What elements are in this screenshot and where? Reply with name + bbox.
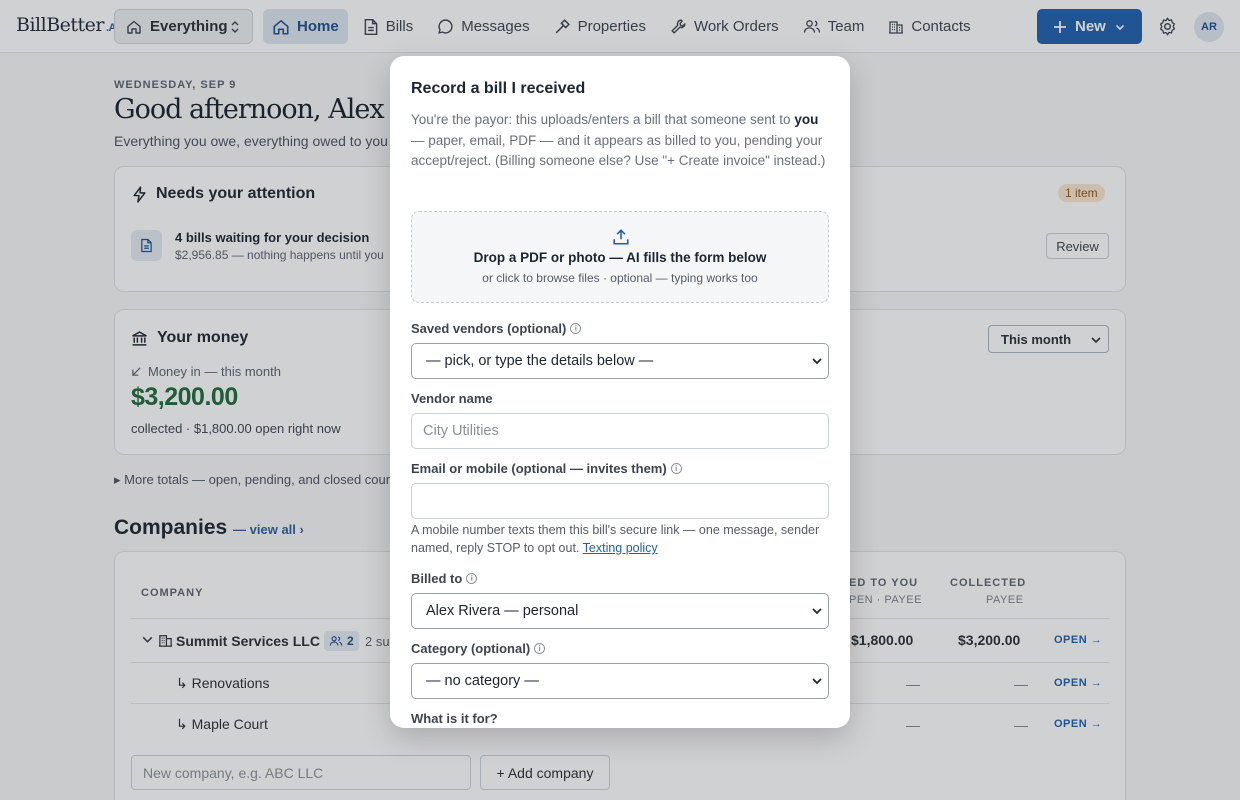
contact-hint: A mobile number texts them this bill's s…: [411, 523, 820, 555]
upload-icon: [612, 228, 630, 246]
category-select[interactable]: — no category —: [411, 663, 829, 699]
record-bill-modal: Record a bill I received You're the payo…: [390, 56, 850, 728]
modal-title: Record a bill I received: [411, 80, 586, 97]
billed-to-select[interactable]: Alex Rivera — personal: [411, 593, 829, 629]
info-icon[interactable]: i: [570, 323, 582, 334]
chevron-down-icon: [811, 356, 823, 366]
modal-description: You're the payor: this uploads/enters a …: [411, 112, 826, 168]
billed-to-label: Billed to i: [411, 571, 478, 586]
dropzone-title: Drop a PDF or photo — AI fills the form …: [473, 250, 767, 265]
contact-input[interactable]: [411, 483, 829, 519]
dropzone-subtitle: or click to browse files · optional — ty…: [482, 271, 758, 285]
info-icon[interactable]: i: [670, 463, 682, 474]
file-dropzone[interactable]: Drop a PDF or photo — AI fills the form …: [411, 211, 829, 303]
contact-label: Email or mobile (optional — invites them…: [411, 461, 682, 476]
saved-vendors-label: Saved vendors (optional) i: [411, 321, 582, 336]
saved-vendors-select[interactable]: — pick, or type the details below —: [411, 343, 829, 379]
texting-policy-link[interactable]: Texting policy: [583, 541, 658, 555]
vendor-name-input[interactable]: City Utilities: [411, 413, 829, 449]
chevron-down-icon: [811, 676, 823, 686]
category-label: Category (optional) i: [411, 641, 546, 656]
info-icon[interactable]: i: [466, 573, 478, 584]
purpose-label: What is it for?: [411, 711, 498, 726]
chevron-down-icon: [811, 606, 823, 616]
vendor-name-label: Vendor name: [411, 391, 493, 406]
info-icon[interactable]: i: [534, 643, 546, 654]
